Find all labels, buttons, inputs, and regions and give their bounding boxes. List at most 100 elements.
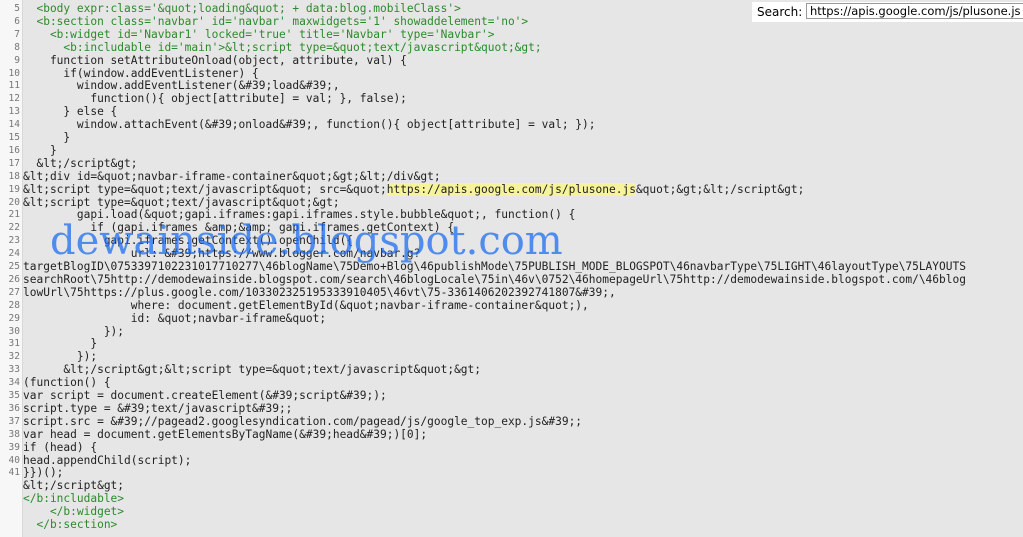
code-line: &lt;script type=&quot;text/javascript&qu… [23,196,340,209]
code-line: lowUrl\75https://plus.google.com/1033023… [23,286,616,299]
line-number: 5 [14,3,20,14]
line-number: 19 [8,183,20,195]
line-number: 20 [8,196,20,208]
line-number: 27 [8,286,20,298]
code-text: <body expr:class='&quot;loading&quot; + … [23,2,461,15]
code-text: gapi.iframes.getContext().openChild({ [23,234,354,248]
line-number: 41 [8,467,20,479]
code-line: id: &quot;navbar-iframe&quot; [23,312,326,325]
code-line: <body expr:class='&quot;loading&quot; + … [23,2,461,15]
line-number: 36 [8,402,20,414]
code-line: <b:includable id='main'>&lt;script type=… [23,40,542,54]
line-number: 33 [8,364,20,376]
code-line: head.appendChild(script); [23,454,191,467]
line-number-gutter: 5 6 7 8 9 10 11 12 13 14 15 16 17 18 19 20 21 22 23 24 25 26 2… [0,0,23,537]
line-number: 9 [14,54,20,66]
code-text: &lt;script type=&quot;text/javascript&qu… [23,182,387,196]
code-text: &lt;script type=&quot;text/javascript&qu… [23,195,340,209]
code-text: &lt;/script&gt; [23,156,138,170]
code-text: <b:widget id='Navbar1' locked='true' tit… [23,27,495,41]
code-text: if(window.addEventListener) { [23,66,259,80]
line-number: 30 [8,325,20,337]
code-text: </b:widget> [23,505,125,519]
code-text: &lt;/script&gt;&lt;script type=&quot;tex… [23,363,482,377]
code-line: </b:section> [23,518,117,531]
code-text: targetBlogID\0753397102231017710277\46bl… [23,260,966,273]
code-line: window.addEventListener(&#39;load&#39;, [23,79,340,92]
code-line: }); [23,350,97,363]
line-number: 25 [8,261,20,272]
code-text: } [23,143,57,157]
code-line: (function() { [23,376,111,389]
code-text: } [23,337,98,351]
line-number: 31 [8,338,20,350]
code-text: if (gapi.iframes &amp;&amp; gapi.iframes… [23,221,455,235]
line-number: 14 [8,119,20,131]
search-input[interactable] [806,3,1023,19]
line-number: 8 [14,41,20,53]
code-line: searchRoot\75http://demodewainside.blogs… [23,273,966,286]
code-text: lowUrl\75https://plus.google.com/1033023… [23,285,616,299]
code-line: script.src = &#39;//pagead2.googlesyndic… [23,415,582,428]
line-number: 24 [8,248,20,260]
code-text: window.attachEvent(&#39;onload&#39;, fun… [23,118,596,132]
code-line: &lt;/script&gt; [23,479,124,492]
code-text: if (head) { [23,440,98,454]
line-number: 6 [14,15,20,27]
line-number: 26 [8,273,20,285]
line-number: 10 [8,67,20,79]
code-text: function(){ object[attribute] = val; }, … [23,92,407,106]
code-text: where: document.getElementById(&quot;nav… [23,298,589,312]
line-number: 23 [8,235,20,247]
code-text: function setAttributeOnload(object, attr… [23,53,407,67]
code-line: if (gapi.iframes &amp;&amp; gapi.iframes… [23,221,454,234]
code-text: window.addEventListener(&#39;load&#39;, [23,79,340,93]
code-line: }})(); [23,466,63,479]
code-line: }); [23,325,124,338]
code-line: </b:widget> [23,505,124,518]
line-number: 18 [8,170,20,182]
code-text: <b:includable id='main'>&lt;script type=… [23,40,542,54]
search-bar: Search: [752,2,1023,22]
code-line: targetBlogID\0753397102231017710277\46bl… [23,260,966,273]
code-text: script.src = &#39;//pagead2.googlesyndic… [23,414,583,428]
code-text: &lt;/script&gt; [23,479,125,493]
code-text: id: &quot;navbar-iframe&quot; [23,311,327,325]
line-number: 21 [8,209,20,221]
code-text: } else { [23,105,118,119]
code-line: &lt;/script&gt; [23,156,138,170]
search-match-highlight: https://apis.google.com/js/plusone.js [386,182,636,196]
line-number: 38 [8,428,20,440]
code-text: }})(); [23,466,64,480]
code-line: &lt;/script&gt;&lt;script type=&quot;tex… [23,363,481,376]
code-line: gapi.iframes.getContext().openChild({ [23,234,353,247]
code-text: }); [23,350,98,364]
code-line: url: &#39;https://www.blogger.com/navbar… [23,247,421,260]
code-text: head.appendChild(script); [23,453,192,467]
code-line: &lt;div id=&quot;navbar-iframe-container… [23,170,441,183]
code-line: } [23,131,70,144]
line-number: 29 [8,312,20,324]
code-line: &lt;script type=&quot;text/javascript&qu… [23,182,805,196]
code-text: searchRoot\75http://demodewainside.blogs… [23,272,966,286]
code-text: var head = document.getElementsByTagName… [23,427,428,441]
line-number: 28 [8,299,20,311]
code-line: function(){ object[attribute] = val; }, … [23,92,407,105]
line-number: 22 [8,222,20,234]
code-line: } else { [23,105,117,118]
code-line: <b:section class='navbar' id='navbar' ma… [23,15,528,28]
code-text: var script = document.createElement(&#39… [23,389,387,402]
line-number: 15 [8,132,20,143]
line-number: 16 [8,144,20,156]
line-number: 37 [8,415,20,427]
line-number: 13 [8,106,20,118]
code-text: &quot;&gt;&lt;/script&gt; [635,182,805,196]
line-number: 7 [14,28,20,40]
code-editor[interactable]: <body expr:class='&quot;loading&quot; + … [23,0,1023,537]
code-line: } [23,337,97,350]
line-number: 12 [8,93,20,105]
code-line: <b:widget id='Navbar1' locked='true' tit… [23,27,495,41]
code-text: </b:includable> [23,492,125,506]
code-text: </b:section> [23,518,118,531]
code-line: gapi.load(&quot;gapi.iframes:gapi.iframe… [23,208,575,221]
